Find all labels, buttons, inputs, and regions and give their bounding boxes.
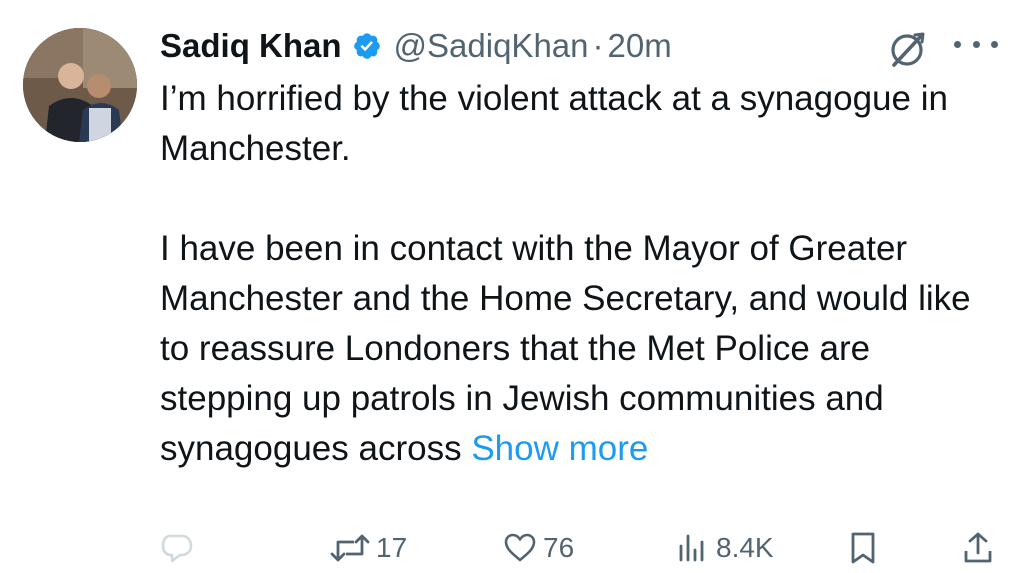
author-handle[interactable]: @SadiqKhan (394, 27, 589, 65)
tweet-text: I’m horrified by the violent attack at a… (160, 74, 1000, 474)
like-count: 76 (543, 532, 575, 563)
tweet-paragraph-2: I have been in contact with the Mayor of… (160, 224, 1000, 474)
more-dot-3 (991, 40, 998, 48)
share-button[interactable] (962, 528, 994, 568)
author-name[interactable]: Sadiq Khan (160, 27, 342, 65)
separator-dot: · (592, 27, 604, 64)
retweet-button[interactable]: 17 (330, 528, 407, 568)
show-more-link[interactable]: Show more (471, 429, 648, 468)
avatar-photo (23, 28, 137, 142)
more-options-icon[interactable] (954, 34, 998, 54)
reply-button[interactable] (160, 528, 194, 568)
views-count: 8.4K (716, 532, 774, 563)
verified-badge-icon (353, 33, 380, 59)
views-chart-icon (679, 534, 704, 562)
more-dot-1 (954, 40, 961, 48)
share-icon (964, 532, 992, 563)
retweet-icon (330, 534, 370, 562)
retweet-count: 17 (376, 532, 408, 563)
grok-icon[interactable] (886, 27, 930, 71)
views-button[interactable]: 8.4K (676, 528, 774, 568)
avatar[interactable] (23, 28, 137, 142)
bookmark-button[interactable] (848, 528, 878, 568)
reply-icon (161, 534, 193, 563)
tweet-paragraph-1: I’m horrified by the violent attack at a… (160, 79, 948, 168)
more-dot-2 (972, 40, 980, 48)
like-button[interactable]: 76 (503, 528, 574, 568)
bookmark-icon (851, 532, 875, 564)
heart-icon (504, 533, 536, 562)
action-bar: 17 76 8.4K (0, 528, 1024, 568)
timestamp[interactable]: 20m (608, 27, 672, 65)
tweet-header: Sadiq Khan @SadiqKhan · 20m (160, 24, 672, 68)
